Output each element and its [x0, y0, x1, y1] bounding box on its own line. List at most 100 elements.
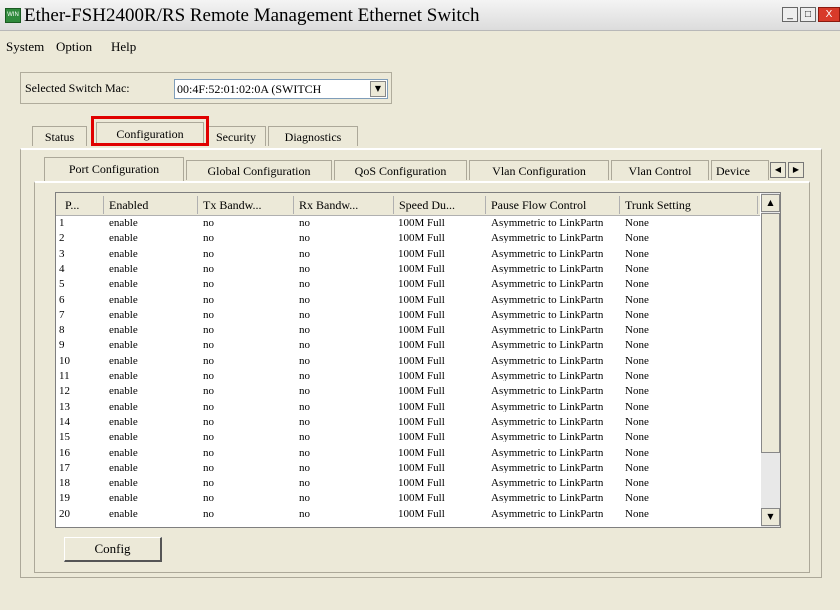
- cell-trunk-setting: None: [625, 279, 649, 290]
- menu-option[interactable]: Option: [56, 39, 92, 55]
- menu-help[interactable]: Help: [111, 39, 136, 55]
- column-header-enabled[interactable]: Enabled: [106, 196, 198, 214]
- column-header-speed-duplex[interactable]: Speed Du...: [396, 196, 486, 214]
- table-row[interactable]: 11 enable no no 100M Full Asymmetric to LinkP…: [56, 371, 762, 381]
- table-row[interactable]: 18 enable no no 100M Full Asymmetric to LinkP…: [56, 478, 762, 488]
- cell-rx-bandwidth: no: [299, 355, 310, 366]
- cell-speed-duplex: 100M Full: [398, 263, 445, 274]
- tab-vlan-configuration[interactable]: Vlan Configuration: [469, 160, 609, 180]
- table-row[interactable]: 20 enable no no 100M Full Asymmetric to LinkP…: [56, 509, 762, 519]
- cell-speed-duplex: 100M Full: [398, 386, 445, 397]
- cell-pause-flow-control: Asymmetric to LinkPartn: [491, 416, 604, 427]
- cell-pause-flow-control: Asymmetric to LinkPartn: [491, 263, 604, 274]
- cell-pause-flow-control: Asymmetric to LinkPartn: [491, 325, 604, 336]
- cell-pause-flow-control: Asymmetric to LinkPartn: [491, 279, 604, 290]
- table-row[interactable]: 10 enable no no 100M Full Asymmetric to LinkP…: [56, 356, 762, 366]
- arrow-right-icon[interactable]: ▶: [788, 162, 804, 178]
- column-header-rx-bandwidth[interactable]: Rx Bandw...: [296, 196, 394, 214]
- table-row[interactable]: 17 enable no no 100M Full Asymmetric to LinkP…: [56, 463, 762, 473]
- column-header-tx-bandwidth[interactable]: Tx Bandw...: [200, 196, 294, 214]
- cell-trunk-setting: None: [625, 432, 649, 443]
- cell-pause-flow-control: Asymmetric to LinkPartn: [491, 371, 604, 381]
- table-row[interactable]: 7 enable no no 100M Full Asymmetric to LinkPa…: [56, 310, 762, 320]
- cell-enabled: enable: [109, 386, 138, 397]
- cell-pause-flow-control: Asymmetric to LinkPartn: [491, 386, 604, 397]
- cell-port: 8: [59, 325, 65, 336]
- cell-trunk-setting: None: [625, 401, 649, 412]
- column-header-trunk-setting[interactable]: Trunk Setting: [622, 196, 758, 214]
- cell-speed-duplex: 100M Full: [398, 355, 445, 366]
- minimize-button[interactable]: _: [782, 7, 798, 22]
- table-row[interactable]: 9 enable no no 100M Full Asymmetric to LinkPa…: [56, 340, 762, 350]
- cell-port: 11: [59, 371, 70, 381]
- chevron-down-icon[interactable]: ▼: [370, 81, 386, 97]
- scrollbar-thumb[interactable]: [761, 213, 780, 453]
- title-bar: WIN Ether-FSH2400R/RS Remote Management …: [0, 0, 840, 31]
- cell-pause-flow-control: Asymmetric to LinkPartn: [491, 355, 604, 366]
- arrow-left-icon[interactable]: ◀: [770, 162, 786, 178]
- app-icon: WIN: [5, 8, 21, 23]
- table-row[interactable]: 13 enable no no 100M Full Asymmetric to LinkP…: [56, 402, 762, 412]
- cell-port: 19: [59, 493, 70, 504]
- cell-enabled: enable: [109, 279, 138, 290]
- table-row[interactable]: 19 enable no no 100M Full Asymmetric to LinkP…: [56, 493, 762, 503]
- scroll-up-icon[interactable]: ▲: [761, 194, 780, 212]
- tab-port-configuration[interactable]: Port Configuration: [44, 157, 184, 181]
- cell-port: 3: [59, 248, 65, 259]
- tab-diagnostics[interactable]: Diagnostics: [268, 126, 358, 146]
- cell-pause-flow-control: Asymmetric to LinkPartn: [491, 294, 604, 305]
- cell-speed-duplex: 100M Full: [398, 248, 445, 259]
- scroll-down-icon[interactable]: ▼: [761, 508, 780, 526]
- tab-vlan-control[interactable]: Vlan Control: [611, 160, 709, 180]
- tab-global-configuration[interactable]: Global Configuration: [186, 160, 332, 180]
- cell-trunk-setting: None: [625, 340, 649, 351]
- cell-tx-bandwidth: no: [203, 371, 214, 381]
- tab-device[interactable]: Device: [711, 160, 769, 180]
- cell-tx-bandwidth: no: [203, 263, 214, 274]
- column-header-pause-flow-control[interactable]: Pause Flow Control: [488, 196, 620, 214]
- cell-enabled: enable: [109, 248, 138, 259]
- cell-port: 4: [59, 263, 65, 274]
- cell-pause-flow-control: Asymmetric to LinkPartn: [491, 248, 604, 259]
- table-row[interactable]: 2 enable no no 100M Full Asymmetric to LinkPa…: [56, 233, 762, 243]
- column-header-port[interactable]: P...: [62, 196, 104, 214]
- tab-status[interactable]: Status: [32, 126, 87, 146]
- table-row[interactable]: 14 enable no no 100M Full Asymmetric to LinkP…: [56, 417, 762, 427]
- cell-port: 13: [59, 401, 70, 412]
- cell-enabled: enable: [109, 432, 138, 443]
- table-row[interactable]: 12 enable no no 100M Full Asymmetric to LinkP…: [56, 386, 762, 396]
- cell-rx-bandwidth: no: [299, 263, 310, 274]
- cell-enabled: enable: [109, 416, 138, 427]
- cell-pause-flow-control: Asymmetric to LinkPartn: [491, 309, 604, 320]
- config-button[interactable]: Config: [64, 537, 162, 562]
- table-row[interactable]: 4 enable no no 100M Full Asymmetric to LinkPa…: [56, 264, 762, 274]
- table-row[interactable]: 3 enable no no 100M Full Asymmetric to LinkPa…: [56, 249, 762, 259]
- table-row[interactable]: 16 enable no no 100M Full Asymmetric to LinkP…: [56, 448, 762, 458]
- cell-enabled: enable: [109, 401, 138, 412]
- cell-tx-bandwidth: no: [203, 447, 214, 458]
- table-row[interactable]: 15 enable no no 100M Full Asymmetric to LinkP…: [56, 432, 762, 442]
- table-row[interactable]: 6 enable no no 100M Full Asymmetric to LinkPa…: [56, 295, 762, 305]
- tab-security[interactable]: Security: [206, 126, 266, 146]
- configuration-highlight-box: [91, 116, 209, 146]
- cell-trunk-setting: None: [625, 325, 649, 336]
- tab-qos-configuration[interactable]: QoS Configuration: [334, 160, 467, 180]
- cell-tx-bandwidth: no: [203, 508, 214, 519]
- close-button[interactable]: X: [818, 7, 840, 22]
- cell-rx-bandwidth: no: [299, 233, 310, 244]
- switch-mac-dropdown[interactable]: 00:4F:52:01:02:0A (SWITCH ▼: [174, 79, 388, 99]
- table-row[interactable]: 8 enable no no 100M Full Asymmetric to LinkPa…: [56, 325, 762, 335]
- vertical-scrollbar[interactable]: ▲ ▼: [761, 193, 780, 527]
- maximize-button[interactable]: □: [800, 7, 816, 22]
- cell-speed-duplex: 100M Full: [398, 493, 445, 504]
- cell-enabled: enable: [109, 371, 138, 381]
- menu-system[interactable]: System: [6, 39, 44, 55]
- table-row[interactable]: 5 enable no no 100M Full Asymmetric to LinkPa…: [56, 279, 762, 289]
- cell-tx-bandwidth: no: [203, 386, 214, 397]
- table-row[interactable]: 1 enable no no 100M Full Asymmetric to LinkPa…: [56, 218, 762, 228]
- cell-rx-bandwidth: no: [299, 508, 310, 519]
- cell-trunk-setting: None: [625, 309, 649, 320]
- cell-tx-bandwidth: no: [203, 309, 214, 320]
- cell-pause-flow-control: Asymmetric to LinkPartn: [491, 432, 604, 443]
- cell-pause-flow-control: Asymmetric to LinkPartn: [491, 478, 604, 489]
